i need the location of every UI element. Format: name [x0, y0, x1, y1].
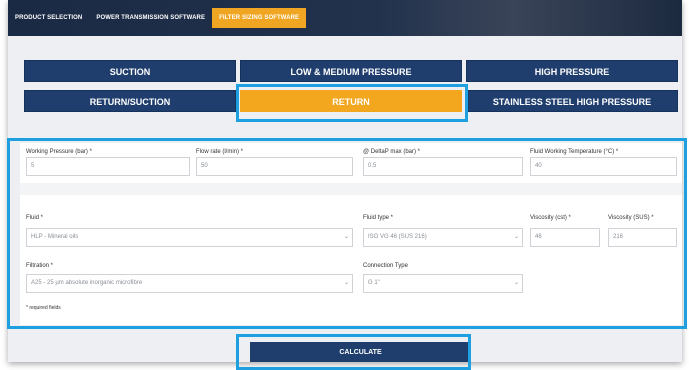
category-high-pressure-button[interactable]: HIGH PRESSURE: [466, 60, 678, 82]
filtration-select-value: A25 - 25 µm absolute inorganic microfibr…: [31, 280, 143, 286]
delta-p-input[interactable]: 0.5: [363, 157, 523, 176]
flow-rate-label: Flow rate (l/min) *: [196, 149, 244, 155]
fluid-label: Fluid *: [26, 215, 44, 221]
chevron-down-icon: ⌄: [343, 234, 349, 240]
fluid-type-select-value: ISO VG 46 (SUS 216): [368, 234, 427, 240]
form-separator: [20, 183, 682, 195]
filtration-select[interactable]: A25 - 25 µm absolute inorganic microfibr…: [26, 274, 353, 293]
category-return-button[interactable]: RETURN: [240, 90, 462, 112]
connection-type-select[interactable]: G 1" ⌄: [363, 274, 523, 293]
connection-type-label: Connection Type: [363, 263, 408, 269]
required-fields-note: * required fields: [26, 305, 61, 311]
fluid-select[interactable]: HLP - Mineral oils ⌄: [26, 228, 353, 247]
filtration-label: Filtration *: [26, 263, 54, 269]
viscosity-cst-input[interactable]: 46: [530, 228, 600, 247]
viscosity-sus-input[interactable]: 216: [608, 228, 677, 247]
nav-filter-sizing-software[interactable]: FILTER SIZING SOFTWARE: [212, 8, 307, 28]
filter-sizing-form: Working Pressure (bar) * 5 Flow rate (l/…: [20, 143, 682, 325]
fluid-type-label: Fluid type *: [363, 215, 394, 221]
fluid-type-select[interactable]: ISO VG 46 (SUS 216) ⌄: [363, 228, 523, 247]
category-return-suction-button[interactable]: RETURN/SUCTION: [24, 90, 236, 112]
connection-type-select-value: G 1": [368, 280, 380, 286]
fluid-select-value: HLP - Mineral oils: [31, 234, 79, 240]
chevron-down-icon: ⌄: [343, 280, 349, 286]
fluid-temperature-input[interactable]: 40: [530, 157, 677, 176]
nav-product-selection[interactable]: PRODUCT SELECTION: [8, 8, 89, 28]
fluid-temperature-label: Fluid Working Temperature (°C) *: [530, 149, 619, 155]
delta-p-label: @ DeltaP max (bar) *: [363, 149, 420, 155]
chevron-down-icon: ⌄: [513, 234, 519, 240]
category-suction-button[interactable]: SUCTION: [24, 60, 236, 82]
top-nav-bar: PRODUCT SELECTION POWER TRANSMISSION SOF…: [8, 0, 682, 36]
working-pressure-input[interactable]: 5: [26, 157, 190, 176]
nav-power-transmission-software[interactable]: POWER TRANSMISSION SOFTWARE: [89, 8, 212, 28]
flow-rate-input[interactable]: 50: [196, 157, 353, 176]
calculate-button[interactable]: CALCULATE: [250, 342, 471, 362]
category-low-medium-pressure-button[interactable]: LOW & MEDIUM PRESSURE: [240, 60, 462, 82]
app-window: PRODUCT SELECTION POWER TRANSMISSION SOF…: [8, 0, 682, 362]
viscosity-cst-label: Viscosity (cst) *: [530, 215, 571, 221]
working-pressure-label: Working Pressure (bar) *: [26, 149, 92, 155]
chevron-down-icon: ⌄: [513, 280, 519, 286]
main-nav: PRODUCT SELECTION POWER TRANSMISSION SOF…: [8, 8, 307, 28]
category-stainless-steel-high-pressure-button[interactable]: STAINLESS STEEL HIGH PRESSURE: [466, 90, 678, 112]
viscosity-sus-label: Viscosity (SUS) *: [608, 215, 654, 221]
